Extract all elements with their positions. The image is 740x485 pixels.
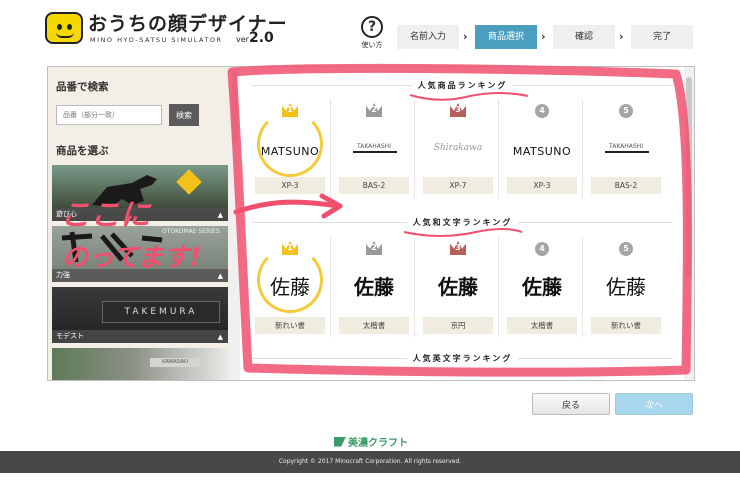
step-complete: 完了 [631, 25, 693, 49]
ranking-item-jp-1[interactable]: 1 佐藤 新れい書 [249, 237, 331, 337]
ranking-font-tag: 京円 [423, 317, 493, 334]
ranking-font-tag: 新れい書 [255, 317, 325, 334]
ranking-sample: MATSUNO [512, 145, 572, 158]
nameplate-sign: TAKEMURA [102, 301, 220, 323]
search-input[interactable] [56, 105, 162, 125]
chevron-up-icon: ▲ [217, 272, 223, 280]
help-icon: ? [361, 16, 383, 38]
chevron-right-icon: › [619, 30, 624, 43]
crown-bronze-icon: 3 [450, 103, 466, 117]
category-label: 遊び心 [52, 208, 228, 221]
next-button[interactable]: 次へ [615, 393, 693, 415]
ranking-item-product-1[interactable]: 1 MATSUNO XP-3 [249, 99, 331, 199]
step-confirm: 確認 [553, 25, 615, 49]
ranking-item-product-5[interactable]: 5 TAKAHASHI BAS-2 [585, 99, 667, 199]
ranking-sample: MATSUNO [260, 145, 320, 158]
nameplate-sign: KAWASAKI [150, 358, 200, 367]
brand-logo: 美濃クラフト [334, 431, 408, 449]
ranking-item-jp-4[interactable]: 4 佐藤 太楷書 [501, 237, 583, 337]
ranking-sample: 佐藤 [606, 275, 646, 299]
ranking-sample: TAKAHASHI [609, 143, 643, 150]
brand-name: 美濃クラフト [348, 438, 408, 449]
chevron-up-icon: ▲ [217, 211, 223, 219]
ranking-font-tag: 太楷書 [339, 317, 409, 334]
search-button[interactable]: 検索 [169, 104, 199, 126]
ranking-sample: 佐藤 [438, 275, 478, 299]
ranking-content: 人気商品ランキング 1 MATSUNO XP-3 2 TAKAHASHI BAS… [241, 67, 684, 380]
ranking-sample: TAKAHASHI [357, 143, 391, 150]
ranking-sample: Shirakawa [433, 143, 483, 153]
category-card-modest[interactable]: TAKEMURA モデスト ▲ [52, 287, 228, 343]
logo-subtitle: MINO HYO-SATSU SIMULATOR [90, 36, 223, 44]
footer: Copyright © 2017 Minocraft Corporation. … [0, 451, 740, 473]
category-card-bold[interactable]: OTOKOMAE SERIES 力強 ▲ [52, 226, 228, 282]
crown-bronze-icon: 3 [450, 241, 466, 255]
chevron-right-icon: › [541, 30, 546, 43]
sidebar-scrollbar[interactable] [230, 67, 240, 380]
rank-circle-icon: 5 [619, 242, 633, 256]
category-card-modern[interactable]: KAWASAKI [52, 348, 228, 380]
laurel-icon [257, 111, 323, 177]
crown-gold-icon: 1 [282, 241, 298, 255]
sidebar: 品番で検索 検索 商品を選ぶ 遊び心 ▲ OTOKOMAE SERIES 力強 … [48, 67, 230, 380]
rank-circle-icon: 4 [535, 104, 549, 118]
ranking-model-tag: XP-7 [423, 177, 493, 194]
content-scrollbar[interactable] [684, 67, 694, 380]
ranking-item-product-3[interactable]: 3 Shirakawa XP-7 [417, 99, 499, 199]
step-name-input: 名前入力 [397, 25, 459, 49]
search-heading: 品番で検索 [56, 81, 109, 93]
ranking-model-tag: BAS-2 [339, 177, 409, 194]
crown-gold-icon: 1 [282, 103, 298, 117]
logo-face-icon [45, 12, 83, 44]
category-label: モデスト [52, 330, 228, 343]
ranking-title-japanese: 人気和文字ランキング [241, 217, 684, 228]
help-button[interactable]: ? 使い方 [358, 16, 386, 50]
ranking-item-product-4[interactable]: 4 MATSUNO XP-3 [501, 99, 583, 199]
chevron-right-icon: › [463, 30, 468, 43]
help-label: 使い方 [361, 41, 383, 49]
ranking-model-tag: XP-3 [507, 177, 577, 194]
ranking-sample: 佐藤 [270, 275, 310, 299]
ranking-item-jp-5[interactable]: 5 佐藤 新れい書 [585, 237, 667, 337]
ranking-sample: 佐藤 [354, 275, 394, 299]
ranking-item-product-2[interactable]: 2 TAKAHASHI BAS-2 [333, 99, 415, 199]
copyright-text: Copyright © 2017 Minocraft Corporation. … [278, 458, 462, 465]
rank-circle-icon: 4 [535, 242, 549, 256]
crown-silver-icon: 2 [366, 241, 382, 255]
brand-mark-icon [334, 436, 346, 447]
ranking-item-jp-2[interactable]: 2 佐藤 太楷書 [333, 237, 415, 337]
ranking-sample: 佐藤 [522, 275, 562, 299]
back-button[interactable]: 戻る [532, 393, 610, 415]
ranking-title-english: 人気英文字ランキング [241, 353, 684, 364]
ranking-font-tag: 太楷書 [507, 317, 577, 334]
category-card-playful[interactable]: 遊び心 ▲ [52, 165, 228, 221]
main-frame: 品番で検索 検索 商品を選ぶ 遊び心 ▲ OTOKOMAE SERIES 力強 … [47, 66, 695, 381]
ranking-model-tag: XP-3 [255, 177, 325, 194]
ranking-title-products: 人気商品ランキング [241, 80, 684, 91]
rank-circle-icon: 5 [619, 104, 633, 118]
category-label: 力強 [52, 269, 228, 282]
crown-silver-icon: 2 [366, 103, 382, 117]
step-product-select: 商品選択 [475, 25, 537, 49]
category-heading: 商品を選ぶ [56, 145, 109, 157]
header: おうちの顔デザイナー MINO HYO-SATSU SIMULATOR ver2… [0, 0, 740, 62]
category-banner: OTOKOMAE SERIES [162, 228, 220, 235]
ranking-font-tag: 新れい書 [591, 317, 661, 334]
chevron-up-icon: ▲ [217, 333, 223, 341]
ranking-item-jp-3[interactable]: 3 佐藤 京円 [417, 237, 499, 337]
logo-version: ver2.0 [236, 30, 274, 46]
ranking-model-tag: BAS-2 [591, 177, 661, 194]
